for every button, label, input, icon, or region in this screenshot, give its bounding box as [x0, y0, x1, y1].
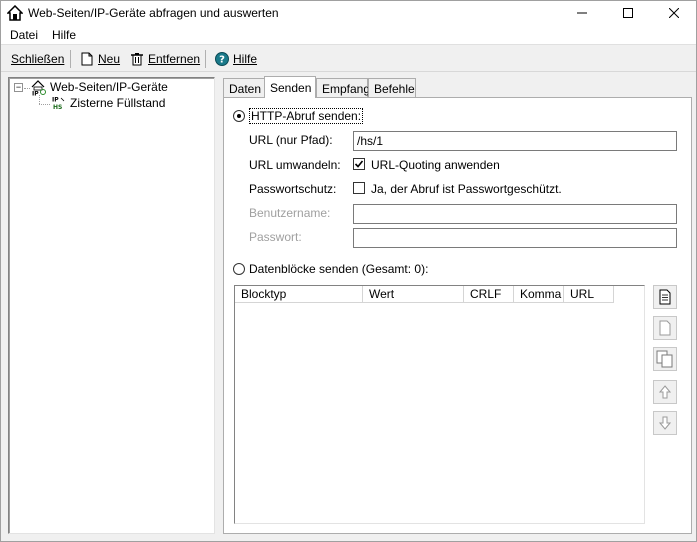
password-protect-checkbox[interactable] — [353, 182, 365, 194]
column-header-url[interactable]: URL — [564, 286, 614, 303]
svg-text:HS: HS — [53, 104, 62, 111]
grid-header: Blocktyp Wert CRLF Komma URL — [235, 286, 644, 303]
url-label: URL (nur Pfad): — [249, 133, 333, 147]
close-button-label: Schließen — [11, 52, 65, 66]
maximize-icon — [623, 8, 633, 18]
new-block-icon — [659, 289, 671, 305]
close-icon — [669, 8, 679, 18]
copy-block-button[interactable] — [653, 347, 677, 371]
close-button[interactable]: Schließen — [11, 50, 64, 68]
delete-block-button[interactable] — [653, 316, 677, 340]
svg-text:IP: IP — [52, 97, 59, 104]
toolbar: Schließen Neu Entfernen ? Hilfe — [1, 46, 696, 72]
tab-befehle[interactable]: Befehle — [368, 78, 416, 98]
blank-page-icon — [659, 320, 671, 336]
tree-connector — [39, 104, 50, 105]
toolbar-separator — [205, 50, 206, 68]
menu-datei[interactable]: Datei — [10, 28, 38, 42]
http-request-radio[interactable] — [233, 110, 245, 122]
url-input[interactable] — [353, 131, 677, 151]
datablocks-grid[interactable]: Blocktyp Wert CRLF Komma URL — [234, 285, 645, 524]
window-title: Web-Seiten/IP-Geräte abfragen und auswer… — [28, 6, 279, 20]
username-input[interactable] — [353, 204, 677, 224]
arrow-down-icon — [659, 416, 671, 430]
url-quoting-checkbox[interactable] — [353, 158, 365, 170]
tab-label: Befehle — [374, 81, 415, 96]
remove-button[interactable]: Entfernen — [130, 50, 200, 68]
copy-pages-icon — [656, 350, 673, 368]
new-button[interactable]: Neu — [80, 50, 120, 68]
check-icon — [354, 160, 364, 168]
url-convert-label: URL umwandeln: — [249, 158, 341, 172]
tab-daten[interactable]: Daten — [223, 78, 265, 98]
maximize-button[interactable] — [605, 1, 651, 25]
main-window: Web-Seiten/IP-Geräte abfragen und auswer… — [0, 0, 697, 542]
tab-senden[interactable]: Senden — [264, 76, 316, 98]
remove-button-label: Entfernen — [148, 52, 201, 66]
new-button-label: Neu — [98, 52, 121, 66]
svg-text:IP: IP — [32, 91, 39, 97]
help-button-label: Hilfe — [233, 52, 258, 66]
minimize-button[interactable] — [559, 1, 605, 25]
close-window-button[interactable] — [651, 1, 697, 25]
trash-icon — [131, 53, 143, 66]
tree-item-zisterne[interactable]: Zisterne Füllstand — [70, 96, 165, 110]
tree-root-label[interactable]: Web-Seiten/IP-Geräte — [50, 80, 168, 94]
http-request-text: HTTP-Abruf senden: — [249, 108, 364, 124]
tab-empfang[interactable]: Empfang — [316, 78, 371, 98]
tree-connector — [39, 95, 40, 104]
menu-bar: Datei Hilfe — [1, 25, 696, 45]
username-label: Benutzername: — [249, 206, 331, 220]
toolbar-separator — [70, 50, 71, 68]
password-label: Passwort: — [249, 230, 302, 244]
ip-device-group-icon: IP — [31, 80, 46, 97]
tab-label: Empfang — [322, 81, 371, 96]
move-up-button[interactable] — [653, 380, 677, 404]
help-button[interactable]: ? Hilfe — [215, 50, 257, 68]
new-document-icon — [81, 52, 93, 66]
datablocks-label[interactable]: Datenblöcke senden (Gesamt: 0): — [249, 262, 428, 276]
minimize-icon — [577, 12, 587, 14]
column-header-blocktyp[interactable]: Blocktyp — [235, 286, 363, 303]
column-header-wert[interactable]: Wert — [363, 286, 464, 303]
app-house-icon — [7, 5, 23, 21]
datablocks-radio[interactable] — [233, 263, 245, 275]
tab-label: Daten — [229, 81, 262, 96]
url-quoting-label[interactable]: URL-Quoting anwenden — [371, 158, 500, 172]
tab-label: Senden — [270, 80, 312, 95]
http-request-label[interactable]: HTTP-Abruf senden: — [249, 108, 364, 124]
arrow-up-icon — [659, 385, 671, 399]
password-input[interactable] — [353, 228, 677, 248]
help-icon: ? — [215, 52, 229, 66]
ip-hs-device-icon: IP HS — [52, 97, 65, 111]
add-block-button[interactable] — [653, 285, 677, 309]
password-protect-label: Passwortschutz: — [249, 182, 337, 196]
move-down-button[interactable] — [653, 411, 677, 435]
svg-text:?: ? — [219, 55, 225, 66]
password-protect-check-label[interactable]: Ja, der Abruf ist Passwortgeschützt. — [371, 182, 562, 196]
device-tree[interactable]: − IP Web-Seiten/IP-Geräte IP HS Zisterne… — [8, 77, 215, 534]
menu-hilfe[interactable]: Hilfe — [52, 28, 76, 42]
title-bar: Web-Seiten/IP-Geräte abfragen und auswer… — [1, 1, 696, 25]
tree-collapse-toggle[interactable]: − — [14, 83, 23, 92]
column-header-crlf[interactable]: CRLF — [464, 286, 514, 303]
column-header-komma[interactable]: Komma — [514, 286, 564, 303]
